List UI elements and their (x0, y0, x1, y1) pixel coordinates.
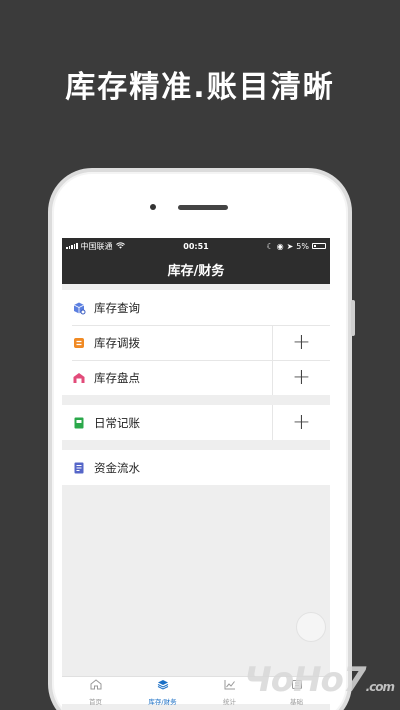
tab-label: 统计 (223, 698, 236, 706)
tab-inventory-finance[interactable]: 库存/财务 (129, 675, 196, 706)
phone-side-button (351, 300, 355, 336)
ledger-icon (72, 416, 86, 430)
layers-icon (157, 675, 169, 694)
front-camera (150, 204, 156, 210)
add-count-button[interactable]: + (272, 360, 330, 395)
menu-item-label: 资金流水 (94, 460, 140, 475)
earpiece-speaker (178, 205, 228, 210)
location-icon: ➤ (286, 241, 294, 251)
menu-item-label: 库存查询 (94, 300, 140, 315)
site-watermark: ЧоНо7.com (244, 660, 395, 700)
menu-item-inventory-transfer[interactable]: 库存调拨 + (62, 325, 330, 360)
menu-list: 库存查询 库存调拨 + 库存盘点 + 日常记账 + 资金流水 (62, 284, 330, 485)
menu-item-label: 库存盘点 (94, 370, 140, 385)
tab-label: 库存/财务 (148, 698, 177, 706)
warehouse-icon (72, 371, 86, 385)
moon-icon: ☾ (266, 241, 274, 251)
menu-group-accounting: 日常记账 + (62, 405, 330, 440)
battery-percent: 5% (296, 241, 309, 251)
cube-search-icon (72, 301, 86, 315)
signal-icon (66, 243, 78, 249)
promo-headline: 库存精准.账目清晰 (65, 70, 335, 105)
page-title: 库存/财务 (167, 263, 225, 279)
battery-icon (312, 243, 326, 249)
tab-label: 首页 (89, 698, 102, 706)
menu-item-label: 日常记账 (94, 415, 140, 430)
app-screen: 中国联通 00:51 ☾ ◉ ➤ 5% 库存/财务 库存查询 库存调拨 + 库存… (62, 238, 330, 710)
transfer-icon (72, 336, 86, 350)
menu-item-daily-accounting[interactable]: 日常记账 + (62, 405, 330, 440)
menu-item-label: 库存调拨 (94, 335, 140, 350)
nav-bar: 库存/财务 (62, 254, 330, 284)
chart-icon (224, 675, 236, 694)
menu-item-cash-flow[interactable]: 资金流水 (62, 450, 330, 485)
home-icon (90, 675, 102, 694)
menu-group-funds: 资金流水 (62, 450, 330, 485)
status-bar: 中国联通 00:51 ☾ ◉ ➤ 5% (62, 238, 330, 254)
wifi-icon (115, 241, 125, 251)
menu-item-inventory-query[interactable]: 库存查询 (62, 290, 330, 325)
menu-item-inventory-count[interactable]: 库存盘点 + (62, 360, 330, 395)
carrier-name: 中国联通 (80, 241, 113, 251)
floating-assistive-button[interactable] (296, 612, 326, 642)
lock-rotation-icon: ◉ (276, 241, 284, 251)
add-transfer-button[interactable]: + (272, 325, 330, 360)
add-accounting-button[interactable]: + (272, 405, 330, 440)
menu-group-inventory: 库存查询 库存调拨 + 库存盘点 + (62, 290, 330, 395)
tab-home[interactable]: 首页 (62, 675, 129, 706)
cashflow-icon (72, 461, 86, 475)
